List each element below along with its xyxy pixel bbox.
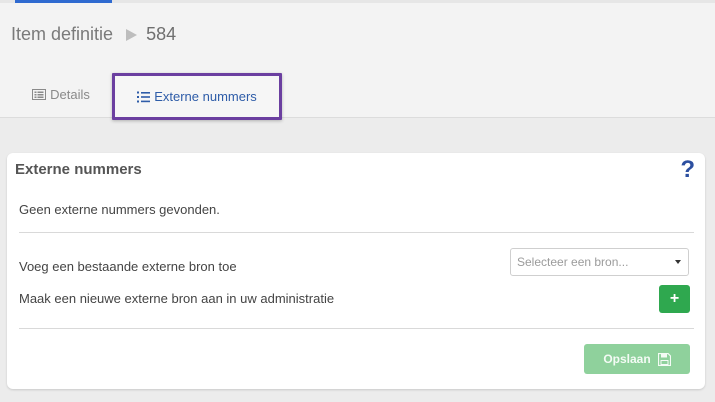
- divider: [19, 232, 694, 233]
- tab-externe-nummers[interactable]: Externe nummers: [112, 73, 282, 120]
- source-select[interactable]: Selecteer een bron...: [510, 248, 689, 276]
- divider: [19, 328, 694, 329]
- plus-icon: +: [669, 290, 680, 307]
- tab-details[interactable]: Details: [18, 71, 104, 117]
- add-source-button[interactable]: +: [659, 285, 690, 313]
- page-header: Item definitie 584 Details Externe numme…: [0, 3, 715, 120]
- tab-bar: Details Externe nummers: [0, 71, 715, 120]
- tab-externe-nummers-label: Externe nummers: [154, 89, 257, 104]
- tab-details-label: Details: [50, 86, 90, 102]
- create-new-source-label: Maak een nieuwe externe bron aan in uw a…: [19, 291, 335, 306]
- save-button-label: Opslaan: [603, 352, 651, 366]
- help-icon[interactable]: ?: [680, 156, 695, 184]
- breadcrumb: Item definitie 584: [11, 24, 176, 45]
- list-alt-icon: [32, 88, 47, 100]
- empty-message: Geen externe nummers gevonden.: [19, 202, 220, 217]
- add-existing-source-label: Voeg een bestaande externe bron toe: [19, 259, 237, 274]
- caret-down-icon: [675, 260, 681, 264]
- list-ol-icon: [137, 91, 151, 103]
- breadcrumb-section[interactable]: Item definitie: [11, 24, 113, 45]
- save-button[interactable]: Opslaan: [584, 344, 690, 374]
- externe-nummers-panel: Externe nummers ? Geen externe nummers g…: [7, 153, 705, 389]
- floppy-disk-icon: [657, 352, 671, 366]
- panel-title: Externe nummers: [15, 161, 142, 178]
- breadcrumb-id: 584: [146, 24, 177, 44]
- caret-right-icon: [126, 28, 138, 41]
- source-select-placeholder: Selecteer een bron...: [517, 255, 629, 269]
